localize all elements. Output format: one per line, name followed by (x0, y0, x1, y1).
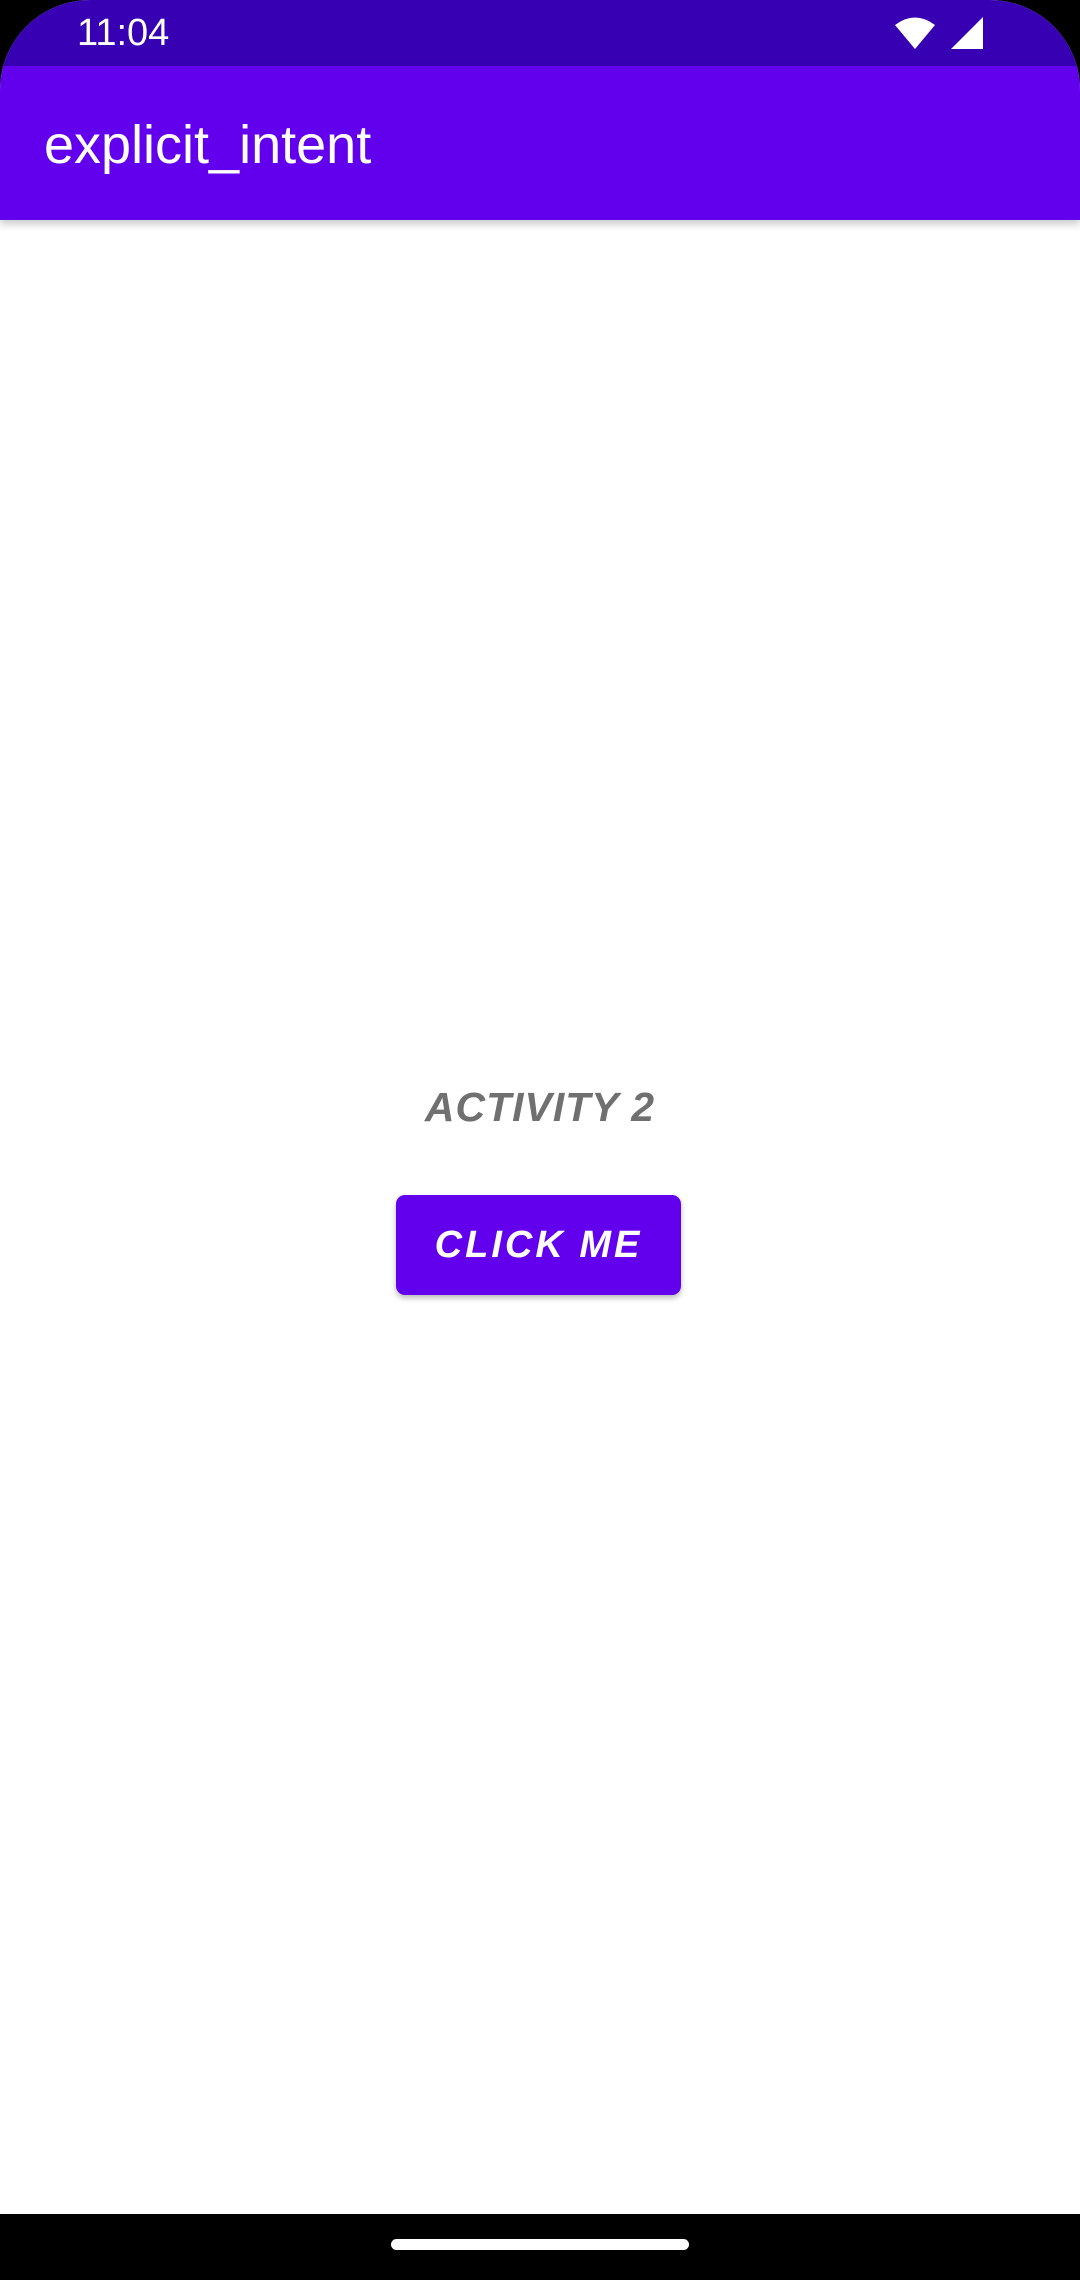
status-icons (894, 16, 984, 50)
wifi-icon (894, 16, 936, 50)
activity-label: ACTIVITY 2 (424, 1084, 656, 1130)
app-title: explicit_intent (44, 115, 372, 175)
cellular-signal-icon (950, 16, 984, 50)
click-me-button[interactable]: CLICK ME (396, 1195, 681, 1295)
main-content: ACTIVITY 2 CLICK ME (0, 220, 1080, 2214)
app-bar: explicit_intent (0, 66, 1080, 220)
status-time: 11:04 (77, 12, 170, 54)
app-screen: 11:04 explicit_intent ACTIVITY 2 CLICK M… (0, 0, 1080, 2280)
home-gesture-handle[interactable] (391, 2239, 689, 2250)
status-bar: 11:04 (0, 0, 1080, 66)
